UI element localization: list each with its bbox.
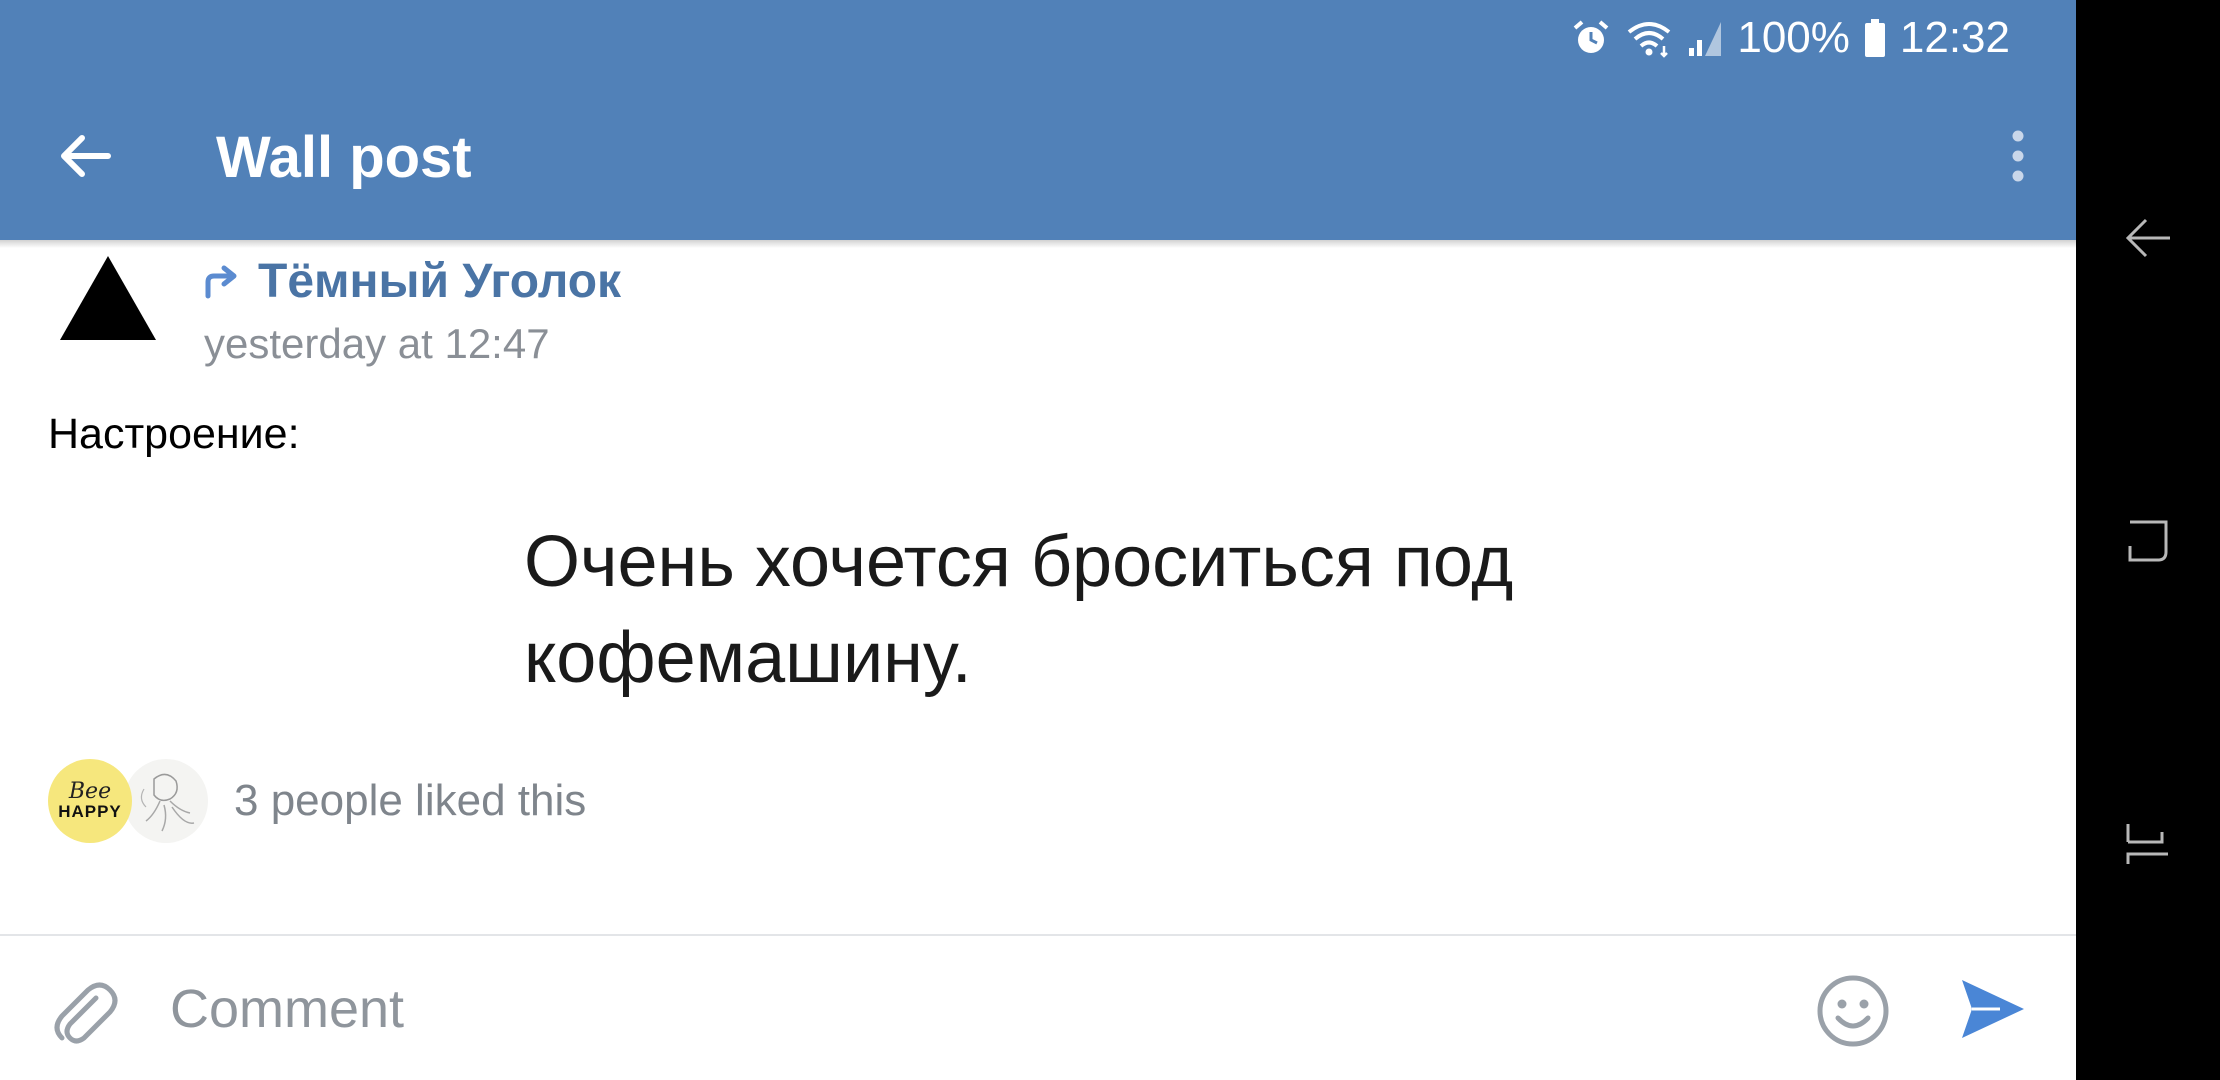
more-options-button[interactable] [2006, 124, 2030, 188]
attach-button[interactable] [50, 976, 120, 1050]
likes-row[interactable]: Bee HAPPY 3 people liked this [48, 758, 586, 844]
nav-home-icon [2126, 824, 2168, 864]
app-bar: 100% 12:32 Wall post [0, 0, 2076, 248]
system-nav-bar [2076, 0, 2220, 1080]
signal-icon [1687, 18, 1723, 58]
post-image[interactable]: Очень хочется броситься под кофемашину. [500, 500, 1600, 710]
nav-back-button[interactable] [2116, 206, 2180, 270]
author-avatar[interactable] [58, 254, 158, 344]
page-title: Wall post [216, 125, 472, 190]
paperclip-icon [54, 982, 118, 1044]
avatar-text-line2: HAPPY [58, 802, 122, 821]
nav-recents-icon [2128, 520, 2168, 562]
likes-count-text: 3 people liked this [234, 776, 587, 825]
wifi-icon [1625, 18, 1673, 58]
back-button[interactable] [44, 120, 124, 192]
clock: 12:32 [1899, 13, 2010, 62]
send-button[interactable] [1960, 976, 2026, 1042]
more-vert-icon [2012, 130, 2024, 182]
emoji-icon [1817, 975, 1889, 1047]
post-timestamp: yesterday at 12:47 [204, 320, 550, 367]
sketch-drawing-icon [140, 773, 195, 832]
image-caption-text: Очень хочется броситься под кофемашину. [524, 522, 1514, 698]
repost-icon [204, 264, 240, 300]
send-icon [1962, 980, 2024, 1038]
battery-percent: 100% [1737, 13, 1850, 62]
nav-home-button[interactable] [2116, 812, 2180, 876]
back-arrow-icon [61, 135, 111, 177]
nav-back-icon [2125, 218, 2170, 258]
status-bar: 100% 12:32 [1571, 12, 2010, 64]
comment-bar [0, 934, 2076, 1080]
comment-input[interactable] [170, 966, 1770, 1052]
avatar-text-line1: Bee [68, 779, 112, 804]
alarm-icon [1571, 18, 1611, 58]
emoji-button[interactable] [1816, 974, 1890, 1048]
app-screen: 100% 12:32 Wall post Тёмный Уголок yeste… [0, 0, 2076, 1080]
triangle-avatar-icon [60, 256, 156, 340]
nav-recents-button[interactable] [2116, 508, 2180, 572]
author-name-link[interactable]: Тёмный Уголок [258, 254, 621, 309]
post-text: Настроение: [48, 410, 300, 458]
battery-icon [1864, 18, 1886, 58]
liker-avatar-sketch [124, 759, 208, 843]
liker-avatar-bee-happy: Bee HAPPY [48, 759, 132, 843]
